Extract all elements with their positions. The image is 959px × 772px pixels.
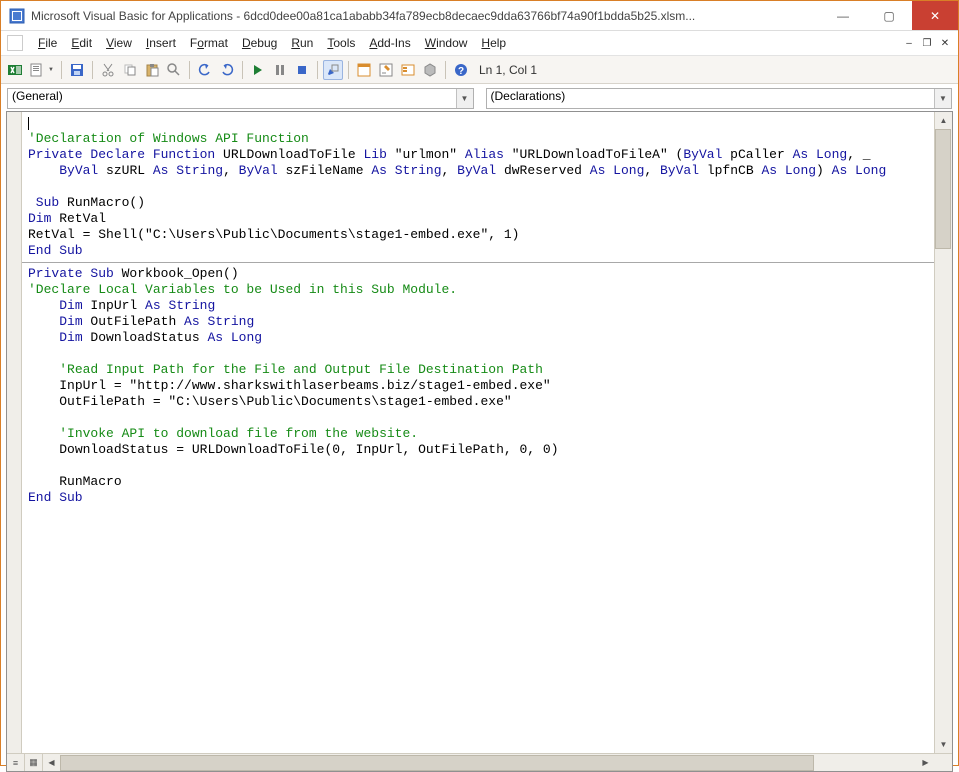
menu-file[interactable]: File — [31, 33, 64, 53]
properties-button[interactable] — [376, 60, 396, 80]
view-excel-button[interactable] — [5, 60, 25, 80]
maximize-button[interactable]: ▢ — [866, 1, 912, 30]
scroll-track[interactable] — [935, 249, 952, 736]
menu-run[interactable]: Run — [284, 33, 320, 53]
object-browser-button[interactable] — [398, 60, 418, 80]
selector-row: (General) ▼ (Declarations) ▼ — [1, 84, 958, 111]
reset-button[interactable] — [292, 60, 312, 80]
cut-button[interactable] — [98, 60, 118, 80]
insert-dropdown-icon[interactable]: ▼ — [48, 67, 56, 73]
hscroll-track[interactable] — [60, 754, 917, 771]
mdi-controls: – ❐ ✕ — [900, 35, 954, 51]
window-title: Microsoft Visual Basic for Applications … — [31, 9, 820, 23]
scroll-left-icon[interactable]: ◀ — [43, 754, 60, 771]
paste-button[interactable] — [142, 60, 162, 80]
toolbar: ▼ ? Ln 1, Col 1 — [1, 56, 958, 84]
save-button[interactable] — [67, 60, 87, 80]
procedure-selector-value: (Declarations) — [486, 88, 953, 109]
close-button[interactable]: ✕ — [912, 1, 958, 30]
app-icon — [9, 8, 25, 24]
cursor-position: Ln 1, Col 1 — [479, 63, 537, 77]
chevron-down-icon: ▼ — [934, 89, 951, 108]
scroll-right-icon[interactable]: ▶ — [917, 754, 934, 771]
run-button[interactable] — [248, 60, 268, 80]
menu-view[interactable]: View — [99, 33, 139, 53]
help-button[interactable]: ? — [451, 60, 471, 80]
vertical-scrollbar[interactable]: ▲ ▼ — [934, 112, 952, 753]
menu-addins[interactable]: Add-Ins — [362, 33, 417, 53]
chevron-down-icon: ▼ — [456, 89, 473, 108]
object-selector[interactable]: (General) ▼ — [7, 88, 474, 109]
menu-tools[interactable]: Tools — [320, 33, 362, 53]
code-editor[interactable]: 'Declaration of Windows API Function Pri… — [22, 112, 934, 753]
find-button[interactable] — [164, 60, 184, 80]
object-selector-value: (General) — [7, 88, 474, 109]
menu-edit[interactable]: Edit — [64, 33, 99, 53]
code-line: 'Declaration of Windows API Function — [28, 131, 309, 146]
code-pane: 'Declaration of Windows API Function Pri… — [6, 111, 953, 772]
scroll-down-icon[interactable]: ▼ — [935, 736, 952, 753]
menubar: File Edit View Insert Format Debug Run T… — [1, 31, 958, 56]
redo-button[interactable] — [217, 60, 237, 80]
mdi-close-button[interactable]: ✕ — [936, 35, 954, 51]
menu-window[interactable]: Window — [418, 33, 475, 53]
horizontal-scrollbar: ≡ ▦ ◀ ▶ — [7, 753, 952, 771]
break-button[interactable] — [270, 60, 290, 80]
project-explorer-button[interactable] — [354, 60, 374, 80]
undo-button[interactable] — [195, 60, 215, 80]
procedure-view-button[interactable]: ≡ — [7, 754, 25, 771]
scroll-thumb[interactable] — [935, 129, 951, 249]
copy-button[interactable] — [120, 60, 140, 80]
mdi-system-icon[interactable] — [7, 35, 23, 51]
scroll-up-icon[interactable]: ▲ — [935, 112, 952, 129]
mdi-restore-button[interactable]: ❐ — [918, 35, 936, 51]
insert-module-button[interactable] — [27, 60, 47, 80]
window-controls: — ▢ ✕ — [820, 1, 958, 30]
svg-text:?: ? — [458, 66, 464, 77]
design-mode-button[interactable] — [323, 60, 343, 80]
menu-format[interactable]: Format — [183, 33, 235, 53]
hscroll-thumb[interactable] — [60, 755, 814, 771]
toolbox-button[interactable] — [420, 60, 440, 80]
menu-debug[interactable]: Debug — [235, 33, 284, 53]
menu-help[interactable]: Help — [474, 33, 513, 53]
procedure-selector[interactable]: (Declarations) ▼ — [486, 88, 953, 109]
titlebar: Microsoft Visual Basic for Applications … — [1, 1, 958, 31]
menu-insert[interactable]: Insert — [139, 33, 183, 53]
full-module-view-button[interactable]: ▦ — [25, 754, 43, 771]
minimize-button[interactable]: — — [820, 1, 866, 30]
mdi-minimize-button[interactable]: – — [900, 35, 918, 51]
margin-indicator-bar[interactable] — [7, 112, 22, 753]
